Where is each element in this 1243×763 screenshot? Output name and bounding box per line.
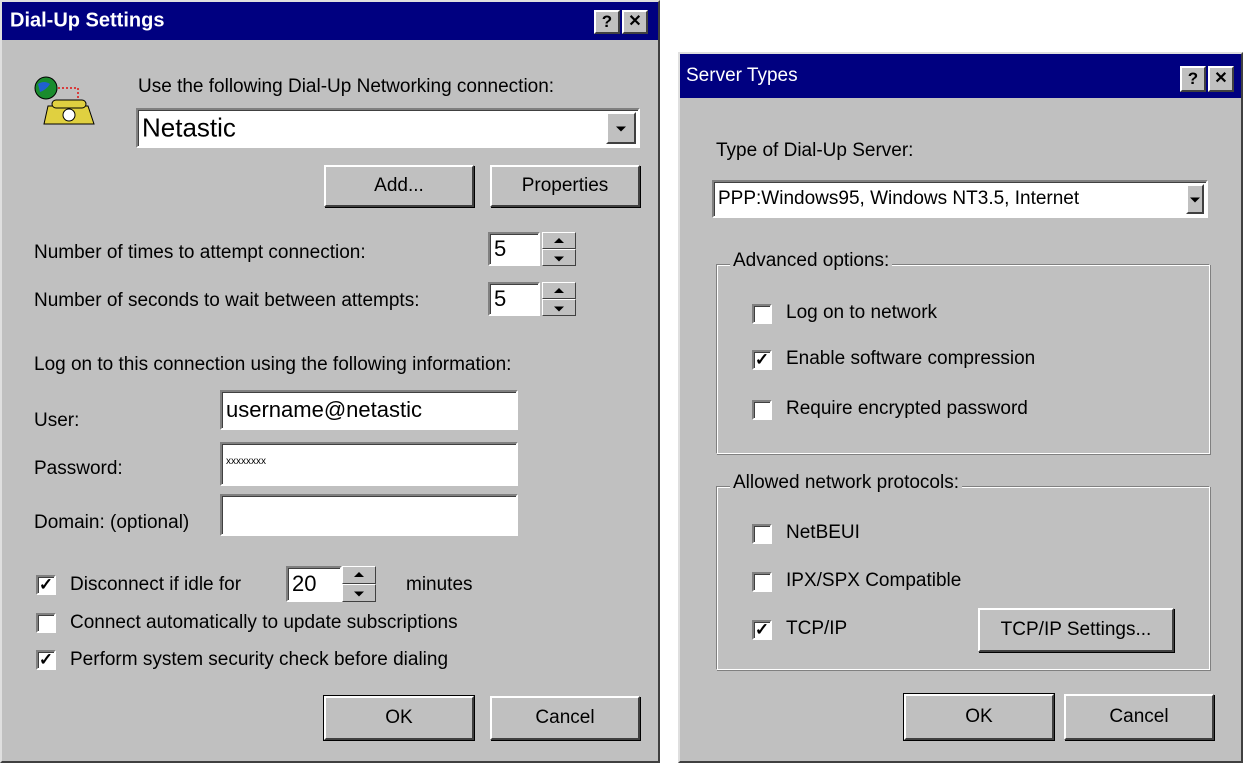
auto-connect-label: Connect automatically to update subscrip… [70,612,458,633]
wait-input[interactable]: 5 [488,282,540,316]
arrow-down-icon [554,306,564,311]
server-titlebar: Server Types ? ✕ [680,54,1241,98]
arrow-down-icon [554,256,564,261]
server-type-value: PPP:Windows95, Windows NT3.5, Internet [718,188,1080,209]
server-type-dropdown-button[interactable] [1186,184,1204,214]
password-label: Password: [34,458,123,479]
server-type-label: Type of Dial-Up Server: [716,140,914,161]
checkmark-icon: ✓ [754,620,770,639]
wait-spinner[interactable] [542,282,576,316]
password-input[interactable]: xxxxxxxx [220,442,518,486]
tcpip-checkbox[interactable]: ✓ [752,620,772,640]
server-close-button[interactable]: ✕ [1208,66,1234,92]
attempts-label: Number of times to attempt connection: [34,242,366,263]
domain-label: Domain: (optional) [34,512,190,533]
logon-network-label: Log on to network [786,302,938,323]
user-value: username@netastic [226,397,422,422]
dialup-ok-button[interactable]: OK [323,695,475,741]
encrypted-password-label: Require encrypted password [786,398,1028,419]
security-check-checkbox[interactable]: ✓ [36,650,56,670]
chevron-down-icon [1190,197,1200,203]
attempts-input[interactable]: 5 [488,232,540,266]
auto-connect-checkbox[interactable] [36,613,56,633]
logon-info-label: Log on to this connection using the foll… [34,354,512,375]
checkmark-icon: ✓ [38,575,54,594]
dialup-title: Dial-Up Settings [10,9,165,32]
idle-down-button[interactable] [342,584,376,602]
connection-dropdown[interactable]: Netastic [136,108,640,148]
phone-globe-icon [32,72,102,134]
dialup-cancel-button[interactable]: Cancel [490,696,640,740]
advanced-options-label: Advanced options: [730,250,893,272]
arrow-down-icon [354,591,364,597]
add-button[interactable]: Add... [324,165,474,207]
tcpip-label: TCP/IP [786,618,848,639]
connection-label: Use the following Dial-Up Networking con… [138,76,555,97]
arrow-up-icon [354,572,364,577]
wait-value: 5 [494,286,507,311]
server-title: Server Types [686,65,798,86]
dialup-help-button[interactable]: ? [594,10,620,34]
protocols-label: Allowed network protocols: [730,472,962,494]
user-input[interactable]: username@netastic [220,390,518,430]
idle-up-button[interactable] [342,566,376,584]
compression-checkbox[interactable]: ✓ [752,350,772,370]
netbeui-checkbox[interactable] [752,524,772,544]
encrypted-password-checkbox[interactable] [752,400,772,420]
wait-down-button[interactable] [542,299,576,316]
idle-label: Disconnect if idle for [70,574,242,595]
properties-button[interactable]: Properties [490,165,640,207]
idle-minutes-input[interactable]: 20 [286,566,342,602]
security-check-label: Perform system security check before dia… [70,649,449,670]
server-type-dropdown[interactable]: PPP:Windows95, Windows NT3.5, Internet [712,180,1208,218]
ipx-checkbox[interactable] [752,572,772,592]
wait-label: Number of seconds to wait between attemp… [34,290,420,311]
dialup-close-button[interactable]: ✕ [622,10,648,34]
connection-value: Netastic [142,112,236,143]
compression-label: Enable software compression [786,348,1036,369]
server-ok-button[interactable]: OK [903,693,1055,741]
domain-input[interactable] [220,494,518,536]
dialup-settings-dialog: Dial-Up Settings ? ✕ Use the following D… [0,0,660,763]
user-label: User: [34,410,80,431]
server-cancel-button[interactable]: Cancel [1064,694,1214,740]
logon-network-checkbox[interactable] [752,304,772,324]
password-value: xxxxxxxx [226,456,266,467]
checkmark-icon: ✓ [754,350,770,369]
attempts-value: 5 [494,236,507,261]
tcpip-settings-button[interactable]: TCP/IP Settings... [978,608,1174,652]
dialup-titlebar: Dial-Up Settings ? ✕ [2,2,658,40]
netbeui-label: NetBEUI [786,522,860,543]
chevron-down-icon [616,126,626,132]
idle-checkbox[interactable]: ✓ [36,575,56,595]
arrow-up-icon [554,237,564,243]
attempts-down-button[interactable] [542,249,576,266]
idle-minutes-value: 20 [292,571,317,596]
ipx-label: IPX/SPX Compatible [786,570,962,591]
attempts-up-button[interactable] [542,232,576,249]
idle-unit-label: minutes [406,574,473,595]
idle-spinner[interactable] [342,566,376,602]
connection-dropdown-button[interactable] [606,112,636,144]
wait-up-button[interactable] [542,282,576,299]
server-help-button[interactable]: ? [1180,66,1206,92]
server-types-dialog: Server Types ? ✕ Type of Dial-Up Server:… [678,52,1243,763]
attempts-spinner[interactable] [542,232,576,266]
arrow-up-icon [554,287,564,293]
checkmark-icon: ✓ [38,650,54,669]
